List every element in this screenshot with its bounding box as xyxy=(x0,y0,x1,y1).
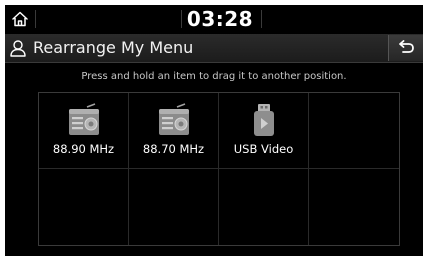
home-icon xyxy=(12,11,28,27)
status-bar: 03:28 xyxy=(5,5,423,33)
empty-slot[interactable] xyxy=(129,169,219,245)
user-icon xyxy=(10,40,26,57)
menu-item-label: 88.70 MHz xyxy=(142,142,205,156)
empty-slot[interactable] xyxy=(309,169,399,245)
back-button[interactable] xyxy=(388,35,423,61)
instruction-text: Press and hold an item to drag it to ano… xyxy=(81,71,347,82)
status-divider xyxy=(35,10,36,28)
menu-item[interactable]: USB Video xyxy=(219,93,309,169)
radio-icon xyxy=(158,103,189,135)
menu-item-label: 88.90 MHz xyxy=(52,142,115,156)
menu-item[interactable]: 88.90 MHz xyxy=(39,93,129,169)
menu-item-label: USB Video xyxy=(233,142,294,156)
screen: 03:28 Rearrange My Menu Press and hold a… xyxy=(5,5,423,256)
page-title: Rearrange My Menu xyxy=(33,38,194,57)
empty-slot[interactable] xyxy=(219,169,309,245)
empty-slot[interactable] xyxy=(309,93,399,169)
menu-grid: 88.90 MHz 88.70 MHz USB Video xyxy=(38,92,400,246)
clock: 03:28 xyxy=(186,7,254,31)
home-button[interactable] xyxy=(5,5,35,33)
status-divider xyxy=(261,10,262,28)
back-arrow-icon xyxy=(399,40,414,53)
menu-item[interactable]: 88.70 MHz xyxy=(129,93,219,169)
usb-video-icon xyxy=(253,104,274,136)
radio-icon xyxy=(68,103,99,135)
title-bar: Rearrange My Menu xyxy=(5,34,423,63)
empty-slot[interactable] xyxy=(39,169,129,245)
